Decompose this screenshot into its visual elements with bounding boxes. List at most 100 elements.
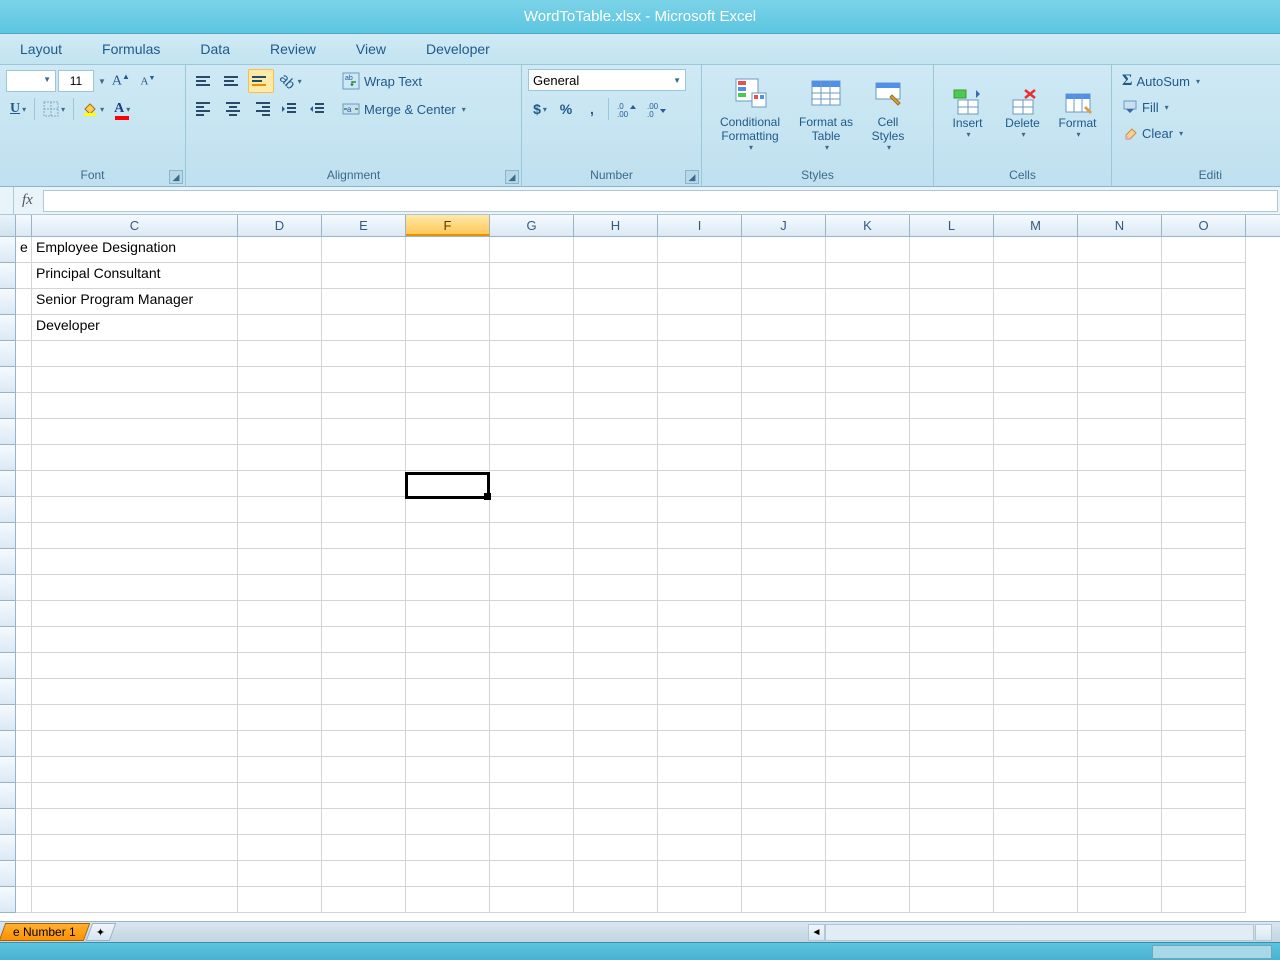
cell[interactable] [32, 497, 238, 523]
cell[interactable] [490, 679, 574, 705]
cell[interactable] [406, 679, 490, 705]
cell[interactable] [994, 861, 1078, 887]
cell[interactable] [406, 861, 490, 887]
cell[interactable] [16, 705, 32, 731]
cell[interactable] [1078, 497, 1162, 523]
cell[interactable] [322, 341, 406, 367]
alignment-dialog-launcher[interactable]: ◢ [505, 170, 519, 184]
cell[interactable] [238, 393, 322, 419]
cell[interactable] [658, 861, 742, 887]
cell[interactable] [910, 549, 994, 575]
cell[interactable] [574, 263, 658, 289]
row-header[interactable] [0, 445, 16, 471]
cell[interactable] [826, 679, 910, 705]
cell[interactable] [238, 341, 322, 367]
cell[interactable] [826, 783, 910, 809]
cell[interactable] [32, 523, 238, 549]
cell[interactable] [994, 705, 1078, 731]
cell[interactable] [910, 289, 994, 315]
cell[interactable] [994, 627, 1078, 653]
cell[interactable] [406, 445, 490, 471]
fx-icon[interactable]: fx [14, 192, 41, 209]
cell[interactable] [1162, 887, 1246, 913]
cell[interactable] [16, 549, 32, 575]
cell[interactable] [742, 419, 826, 445]
cell[interactable] [490, 471, 574, 497]
font-color-button[interactable]: A ▾ [110, 97, 134, 121]
cell[interactable] [32, 705, 238, 731]
name-box[interactable] [0, 187, 14, 214]
cell[interactable] [1162, 757, 1246, 783]
cell[interactable] [574, 705, 658, 731]
row-header[interactable] [0, 393, 16, 419]
row-header[interactable] [0, 679, 16, 705]
cell[interactable] [322, 549, 406, 575]
cell[interactable] [574, 653, 658, 679]
cell[interactable] [16, 679, 32, 705]
cell[interactable] [16, 835, 32, 861]
percent-format-button[interactable]: % [554, 97, 578, 121]
cell[interactable] [16, 783, 32, 809]
col-header-i[interactable]: I [658, 215, 742, 236]
cell[interactable] [32, 549, 238, 575]
cell[interactable] [1162, 237, 1246, 263]
row-header[interactable] [0, 861, 16, 887]
cell[interactable] [490, 705, 574, 731]
cell[interactable] [910, 835, 994, 861]
cell[interactable] [32, 627, 238, 653]
cell[interactable] [574, 783, 658, 809]
cell[interactable] [994, 887, 1078, 913]
cell[interactable] [574, 341, 658, 367]
cell[interactable] [574, 289, 658, 315]
cell[interactable] [490, 393, 574, 419]
cell[interactable] [322, 679, 406, 705]
cell[interactable] [658, 315, 742, 341]
cell[interactable] [826, 887, 910, 913]
tab-developer[interactable]: Developer [406, 41, 510, 57]
cell[interactable] [16, 315, 32, 341]
cell[interactable] [742, 289, 826, 315]
cell[interactable] [910, 757, 994, 783]
cell[interactable] [910, 471, 994, 497]
increase-decimal-button[interactable]: .0.00 [613, 97, 641, 121]
cell[interactable] [1078, 523, 1162, 549]
cell[interactable] [658, 705, 742, 731]
cell[interactable] [406, 237, 490, 263]
cell[interactable] [742, 887, 826, 913]
cell[interactable] [238, 627, 322, 653]
cell[interactable] [826, 653, 910, 679]
cell[interactable] [32, 393, 238, 419]
cell[interactable] [574, 627, 658, 653]
cell[interactable] [994, 835, 1078, 861]
cell[interactable] [1078, 705, 1162, 731]
cell[interactable] [1078, 679, 1162, 705]
cell[interactable] [994, 809, 1078, 835]
comma-format-button[interactable]: , [580, 97, 604, 121]
cell[interactable] [1078, 731, 1162, 757]
cell[interactable] [16, 731, 32, 757]
insert-cells-button[interactable]: Insert ▾ [940, 69, 995, 157]
cell[interactable] [658, 263, 742, 289]
cell[interactable] [742, 445, 826, 471]
cell[interactable] [238, 601, 322, 627]
tab-formulas[interactable]: Formulas [82, 41, 180, 57]
cell[interactable] [16, 367, 32, 393]
cell[interactable] [826, 315, 910, 341]
cell[interactable] [322, 289, 406, 315]
cell[interactable] [994, 289, 1078, 315]
cell[interactable] [238, 887, 322, 913]
cell[interactable] [1078, 237, 1162, 263]
cell[interactable] [32, 653, 238, 679]
cell[interactable] [238, 835, 322, 861]
cell[interactable] [742, 705, 826, 731]
decrease-font-button[interactable]: A▼ [136, 69, 160, 93]
cell[interactable] [406, 731, 490, 757]
cell[interactable] [658, 575, 742, 601]
cell[interactable] [16, 289, 32, 315]
cell[interactable] [910, 601, 994, 627]
cell[interactable] [490, 731, 574, 757]
formula-input[interactable] [43, 190, 1278, 212]
cell[interactable] [1162, 861, 1246, 887]
cell[interactable] [1078, 419, 1162, 445]
cell[interactable] [826, 289, 910, 315]
